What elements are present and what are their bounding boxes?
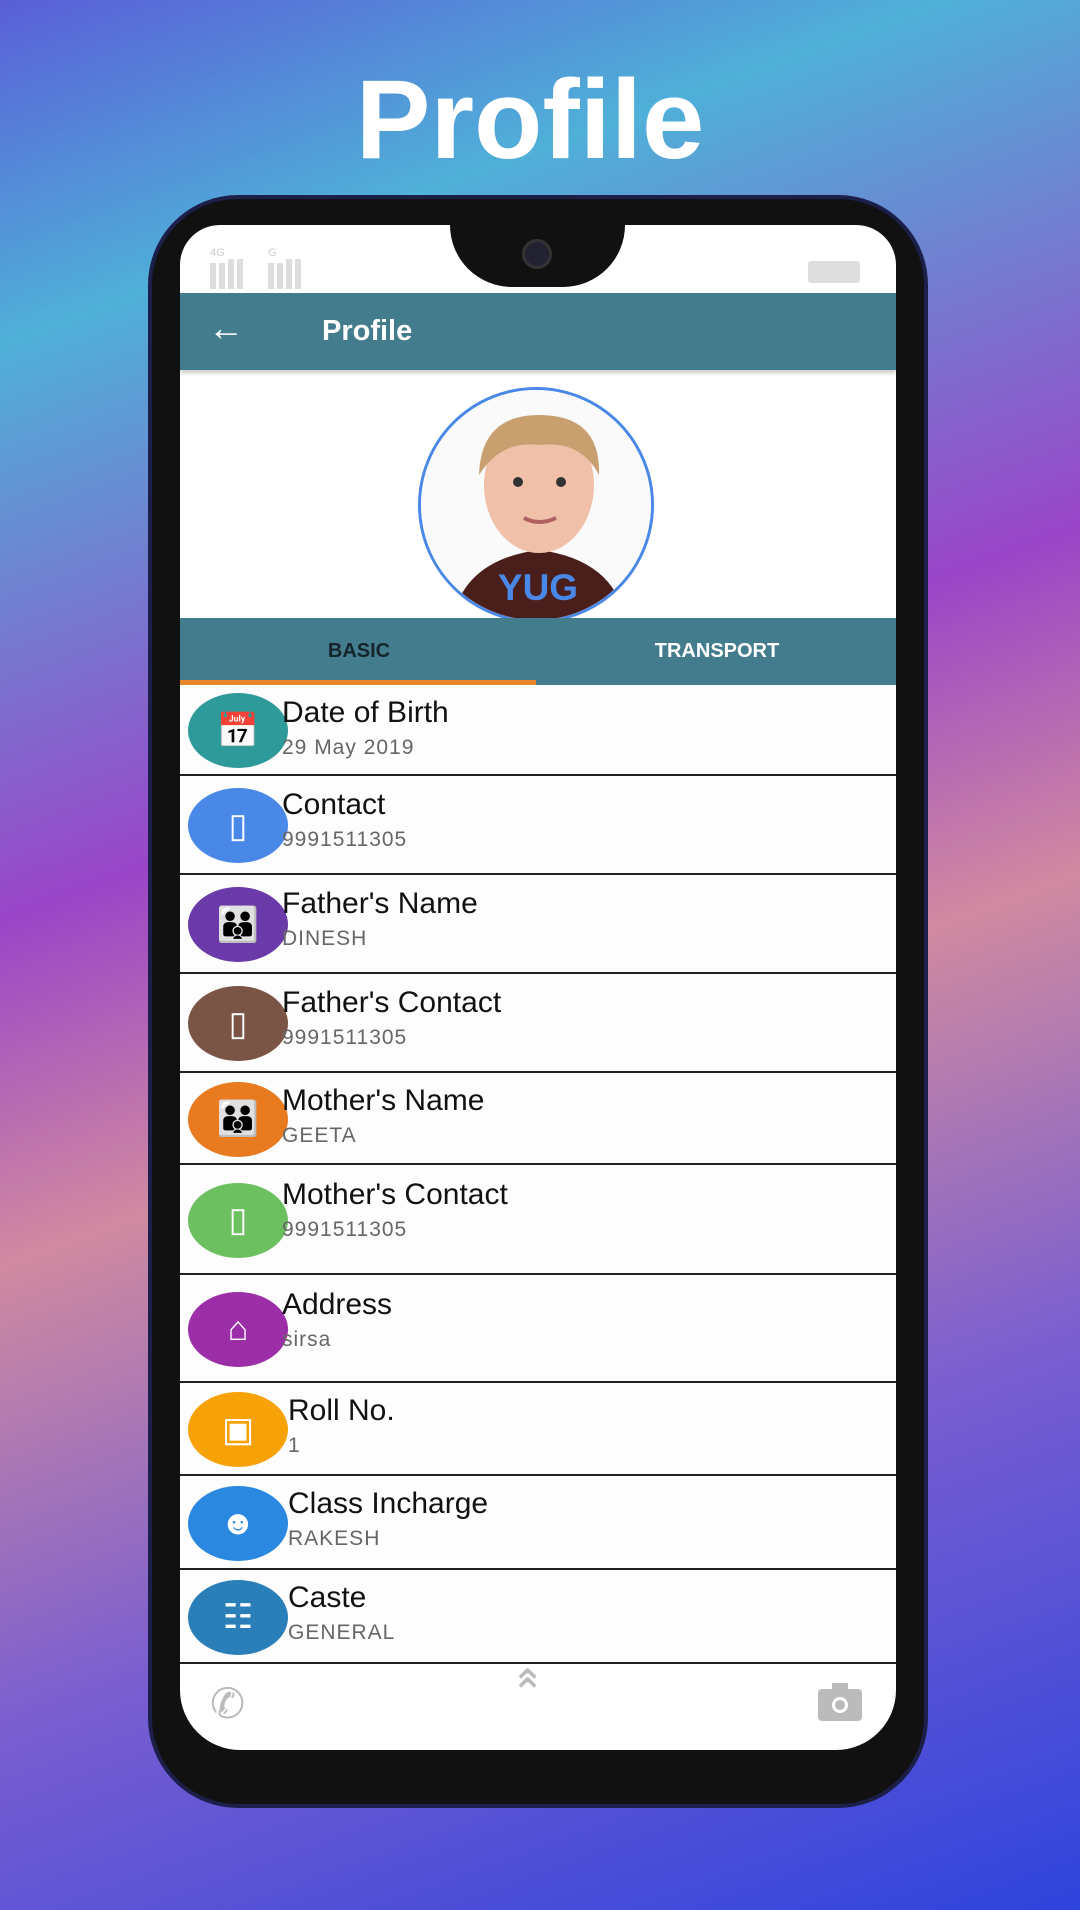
field-value: 9991511305: [282, 1218, 408, 1242]
profile-field-row[interactable]: ☷ Caste GENERAL: [180, 1570, 896, 1664]
phone-icon: ▯: [188, 986, 288, 1061]
chevron-double-up-icon[interactable]: ⌃ ⌃: [510, 1661, 545, 1750]
camera-notch: [450, 225, 625, 287]
home-icon: ⌂: [188, 1291, 288, 1367]
field-label: Mother's Contact: [282, 1178, 508, 1212]
student-name: YUG: [497, 567, 579, 608]
phone-icon: ▯: [188, 1182, 288, 1258]
field-value: RAKESH: [288, 1527, 381, 1551]
app-title: Profile: [322, 315, 413, 347]
profile-field-list: 📅 Date of Birth 29 May 2019 ▯ Contact 999…: [180, 685, 896, 1664]
field-value: 1: [288, 1434, 301, 1458]
phone-icon: ▯: [188, 788, 288, 863]
profile-field-row[interactable]: ▯ Mother's Contact 9991511305: [180, 1165, 896, 1275]
profile-field-row[interactable]: ▣ Roll No. 1: [180, 1383, 896, 1476]
profile-field-row[interactable]: ⌂ Address sirsa: [180, 1275, 896, 1383]
field-value: 9991511305: [282, 827, 408, 851]
profile-field-row[interactable]: ☻ Class Incharge RAKESH: [180, 1476, 896, 1570]
field-label: Class Incharge: [288, 1487, 489, 1521]
phone-screen: 4G G ← Profile YUG BASIC TRANSPORT 📅 Dat…: [180, 225, 896, 1750]
field-value: GEETA: [282, 1124, 357, 1148]
battery-icon: [808, 261, 860, 283]
tab-transport[interactable]: TRANSPORT: [538, 640, 896, 663]
profile-field-row[interactable]: ▯ Contact 9991511305: [180, 776, 896, 875]
id-card-icon: ▣: [188, 1392, 288, 1467]
family-icon: 👪: [188, 1081, 288, 1157]
calendar-icon: 📅: [188, 693, 288, 768]
app-bar: ← Profile: [180, 293, 896, 370]
network-type: 4G: [210, 247, 225, 259]
field-label: Address: [282, 1287, 393, 1321]
field-value: DINESH: [282, 926, 368, 950]
camera-icon[interactable]: [818, 1683, 862, 1721]
field-value: 9991511305: [282, 1025, 408, 1049]
field-value: sirsa: [282, 1327, 332, 1351]
tab-basic[interactable]: BASIC: [180, 640, 538, 663]
field-label: Roll No.: [288, 1394, 395, 1428]
phone-icon[interactable]: ✆: [210, 1679, 245, 1728]
field-value: 29 May 2019: [282, 735, 415, 759]
profile-field-row[interactable]: ▯ Father's Contact 9991511305: [180, 974, 896, 1073]
profile-field-row[interactable]: 👪 Mother's Name GEETA: [180, 1073, 896, 1165]
field-label: Caste: [288, 1581, 367, 1615]
field-label: Father's Contact: [282, 985, 502, 1019]
field-label: Father's Name: [282, 886, 478, 920]
family-icon: 👪: [188, 887, 288, 962]
arrow-left-icon[interactable]: ←: [208, 307, 244, 349]
camera-lens-icon: [522, 239, 552, 269]
field-value: GENERAL: [288, 1621, 396, 1645]
hierarchy-icon: ☷: [188, 1579, 288, 1655]
profile-field-row[interactable]: 📅 Date of Birth 29 May 2019: [180, 685, 896, 776]
field-label: Date of Birth: [282, 695, 449, 729]
signal-icon-2: G: [268, 247, 304, 289]
signal-icon: 4G: [210, 247, 246, 289]
tab-bar: BASIC TRANSPORT: [180, 618, 896, 685]
teacher-icon: ☻: [188, 1485, 288, 1561]
field-label: Contact: [282, 787, 386, 821]
network-type-2: G: [268, 247, 277, 259]
field-label: Mother's Name: [282, 1084, 485, 1118]
page-headline: Profile: [355, 57, 705, 182]
profile-field-row[interactable]: 👪 Father's Name DINESH: [180, 875, 896, 974]
bottom-nav: ✆ ⌃ ⌃: [180, 1661, 896, 1750]
